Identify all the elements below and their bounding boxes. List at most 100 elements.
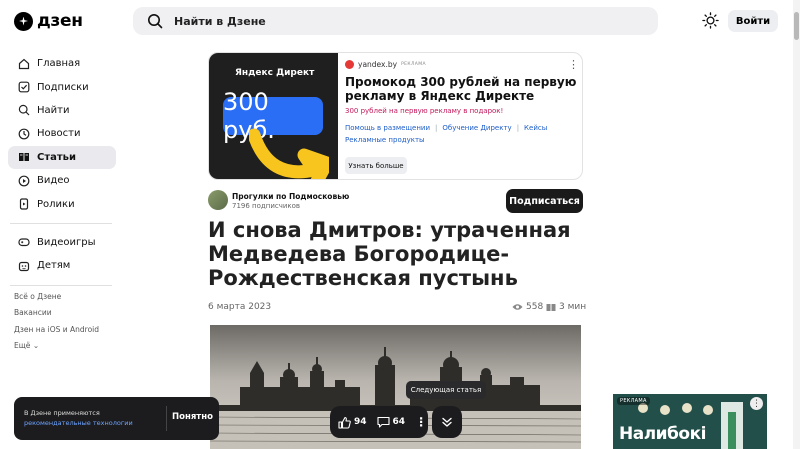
more-vertical-icon[interactable]: ⋮	[568, 58, 579, 71]
notice-text: В Дзене применяются рекомендательные тех…	[24, 408, 133, 428]
news-icon	[18, 128, 30, 140]
channel-subscribers: 7196 подписчиков	[232, 202, 301, 210]
ad-link[interactable]: Обучение Директу	[442, 124, 511, 132]
search-icon	[18, 105, 30, 116]
more-vertical-icon[interactable]: ⋮	[415, 415, 427, 429]
kids-icon	[18, 261, 30, 271]
footer-link-more[interactable]: Ещё ⌄	[14, 341, 99, 357]
like-button[interactable]: 94	[338, 416, 367, 429]
chevron-down-icon: ⌄	[32, 341, 40, 351]
top-header: дзен Найти в Дзене Войти	[0, 0, 800, 42]
footer-link-vacancies[interactable]: Вакансии	[14, 308, 99, 324]
sidebar-item-label: Новости	[37, 128, 81, 140]
ad-learn-more-button[interactable]: Узнать больше	[345, 157, 407, 174]
sidebar-item-news[interactable]: Новости	[8, 122, 116, 145]
side-ad-tag: РЕКЛАМА	[617, 397, 650, 405]
shorts-icon	[19, 198, 29, 210]
likes-count: 94	[354, 417, 367, 427]
ad-link[interactable]: Помощь в размещении	[345, 124, 430, 132]
more-vertical-icon[interactable]: ⋮	[750, 397, 763, 410]
ad-tag: РЕКЛАМА	[401, 62, 427, 67]
eye-icon	[512, 304, 523, 310]
notice-link[interactable]: рекомендательные технологии	[24, 419, 133, 427]
sidebar-item-label: Видео	[37, 175, 70, 187]
next-article-button[interactable]	[432, 406, 462, 438]
subscriptions-icon	[18, 81, 30, 93]
article-title: И снова Дмитров: утраченная Медведева Бо…	[208, 218, 571, 290]
scrollbar-track[interactable]	[793, 0, 800, 449]
notice-message: В Дзене применяются	[24, 409, 100, 417]
home-icon	[18, 58, 30, 69]
side-ad-banner[interactable]: РЕКЛАМА Налибокі ⋮	[613, 394, 767, 449]
double-chevron-down-icon	[442, 417, 452, 427]
comments-count: 64	[392, 417, 406, 427]
search-placeholder: Найти в Дзене	[174, 14, 266, 28]
sidebar-item-videogames[interactable]: Видеоигры	[8, 231, 116, 254]
link-separator: |	[516, 124, 520, 132]
sidebar-item-label: Ролики	[37, 198, 75, 210]
article-read-time: 3 мин	[546, 302, 586, 312]
channel-avatar[interactable]	[208, 190, 228, 210]
sidebar-item-video[interactable]: Видео	[8, 169, 116, 192]
sidebar-item-label: Найти	[37, 104, 70, 116]
yandex-icon	[345, 60, 354, 69]
logo-text: дзен	[37, 11, 83, 31]
gamepad-icon	[18, 238, 30, 247]
book-icon	[546, 303, 556, 311]
ad-subtitle: 300 рублей на первую рекламу в подарок!	[345, 107, 504, 115]
views-count: 558	[526, 302, 544, 312]
ad-source: yandex.by РЕКЛАМА	[345, 60, 426, 69]
recommendation-notice: В Дзене применяются рекомендательные тех…	[14, 397, 219, 440]
sidebar-item-label: Видеоигры	[37, 236, 96, 248]
video-icon	[18, 175, 30, 187]
sidebar-item-label: Детям	[37, 260, 71, 272]
sidebar: Главная Подписки Найти Новости Статьи Ви…	[8, 52, 116, 293]
link-separator: |	[435, 124, 438, 132]
footer-link-apps[interactable]: Дзен на iOS и Android	[14, 325, 99, 341]
ad-swoosh-graphic	[249, 128, 329, 179]
ad-links: Помощь в размещении | Обучение Директу | Кей…	[345, 122, 575, 146]
article-views: 558	[512, 302, 543, 312]
sidebar-item-label: Статьи	[37, 151, 77, 163]
articles-icon	[19, 153, 29, 162]
ad-link[interactable]: Рекламные продукты	[345, 136, 425, 144]
notice-ok-button[interactable]: Понятно	[172, 412, 213, 422]
sidebar-item-label: Главная	[37, 58, 81, 70]
sidebar-item-kids[interactable]: Детям	[8, 254, 116, 277]
theme-toggle-icon[interactable]	[702, 12, 719, 29]
ad-image-brand: Яндекс Директ	[235, 68, 315, 78]
article-action-bar: 94 64 ⋮	[330, 406, 428, 438]
thumbs-up-icon	[338, 416, 351, 429]
ad-link[interactable]: Кейсы	[524, 124, 547, 132]
footer-link-about[interactable]: Всё о Дзене	[14, 292, 99, 308]
dzen-logo-icon	[14, 11, 33, 31]
dzen-logo[interactable]: дзен	[14, 11, 83, 31]
next-article-tooltip: Следующая статья	[406, 381, 486, 399]
sidebar-item-label: Подписки	[37, 81, 89, 93]
sidebar-footer-links: Всё о Дзене Вакансии Дзен на iOS и Andro…	[14, 292, 99, 358]
sidebar-item-shorts[interactable]: Ролики	[8, 192, 116, 215]
article-date: 6 марта 2023	[208, 302, 272, 312]
search-icon	[148, 14, 163, 29]
ad-banner[interactable]: Яндекс Директ 300 руб. yandex.by РЕКЛАМА…	[208, 52, 583, 180]
sidebar-item-articles[interactable]: Статьи	[8, 145, 116, 169]
footer-link-more-label: Ещё	[14, 341, 31, 351]
ad-title[interactable]: Промокод 300 рублей на первую рекламу в …	[345, 75, 577, 103]
scrollbar-thumb[interactable]	[794, 12, 799, 40]
sidebar-divider	[10, 284, 112, 286]
login-button[interactable]: Войти	[728, 10, 778, 32]
notice-divider	[166, 406, 167, 431]
sidebar-divider	[10, 222, 112, 224]
read-time: 3 мин	[559, 302, 587, 312]
side-ad-title: Налибокі	[619, 424, 706, 444]
sidebar-item-home[interactable]: Главная	[8, 52, 116, 75]
search-bar[interactable]: Найти в Дзене	[133, 7, 658, 35]
comment-icon	[376, 416, 390, 428]
channel-name[interactable]: Прогулки по Подмосковью	[232, 192, 349, 201]
comments-button[interactable]: 64	[376, 416, 406, 428]
ad-source-domain: yandex.by	[358, 60, 398, 69]
sidebar-item-subscriptions[interactable]: Подписки	[8, 75, 116, 98]
subscribe-button[interactable]: Подписаться	[506, 189, 583, 213]
ad-image[interactable]: Яндекс Директ 300 руб.	[209, 53, 338, 179]
sidebar-item-find[interactable]: Найти	[8, 99, 116, 122]
